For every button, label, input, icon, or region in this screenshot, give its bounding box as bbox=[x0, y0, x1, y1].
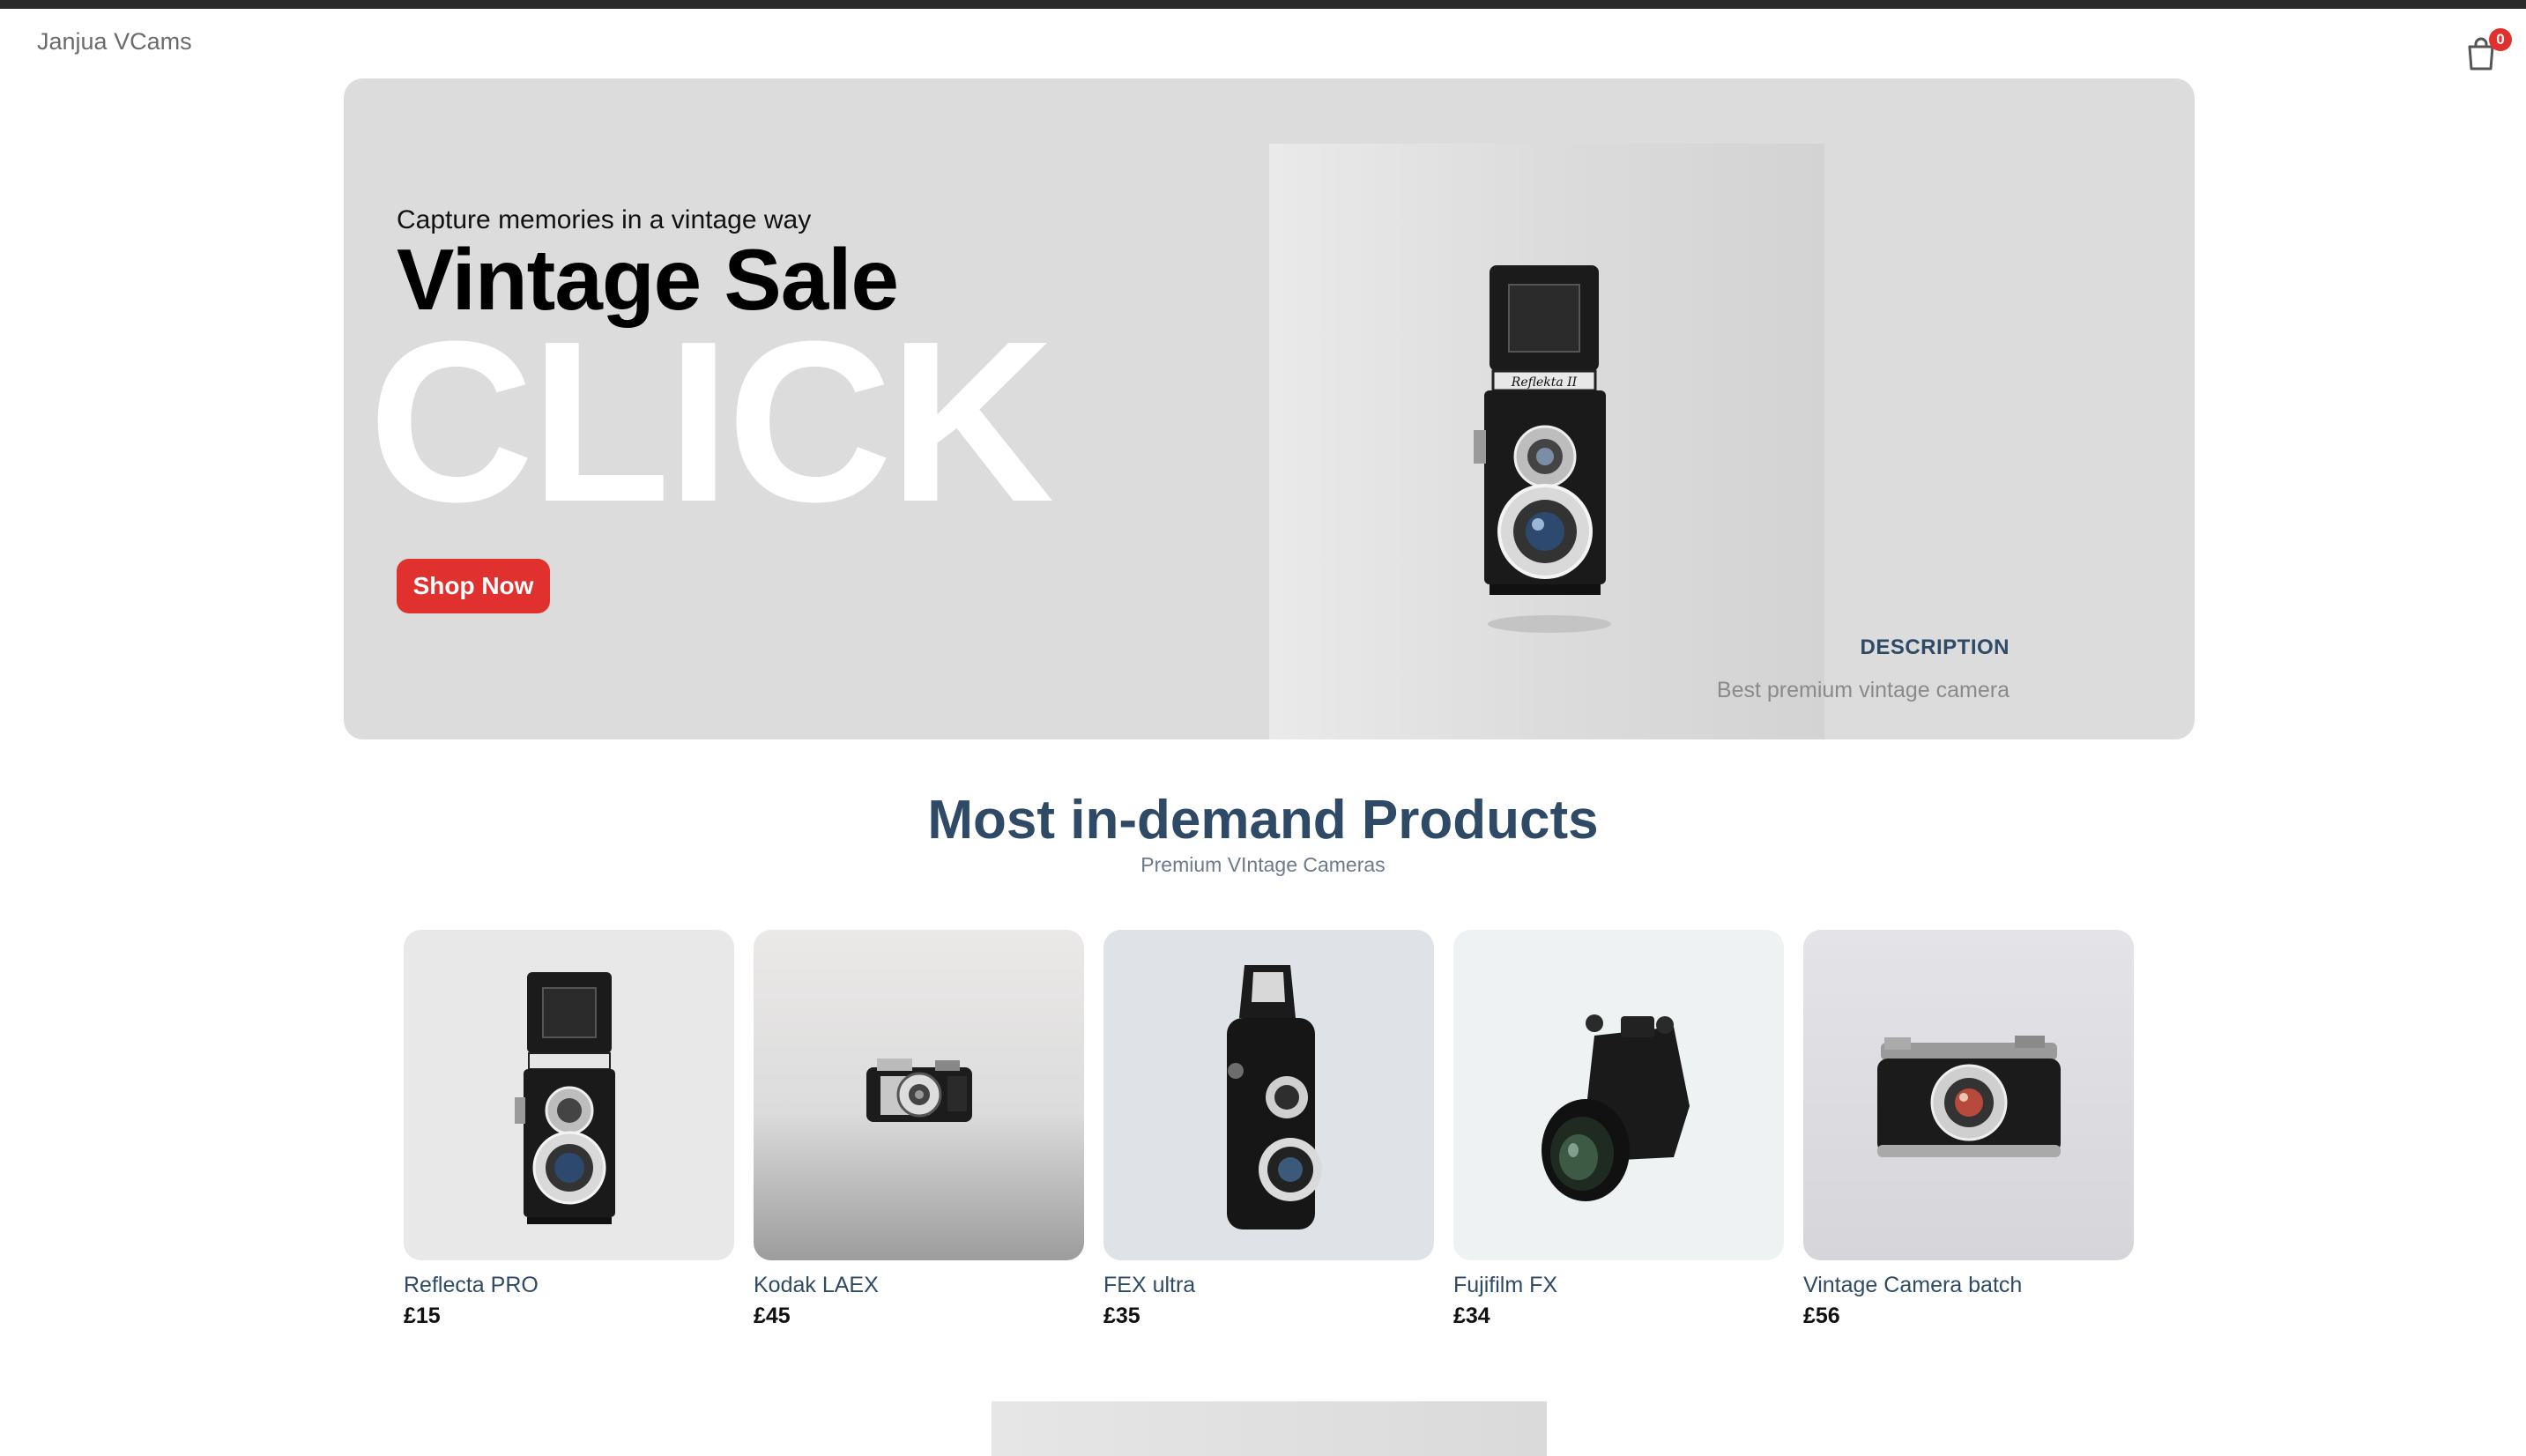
product-name: Vintage Camera batch bbox=[1803, 1273, 2023, 1297]
product-name: Reflecta PRO bbox=[404, 1273, 539, 1297]
product-price: £56 bbox=[1803, 1304, 1840, 1328]
product-image bbox=[1453, 930, 1784, 1260]
product-card[interactable]: Vintage Camera batch £56 bbox=[1803, 930, 2134, 1329]
products-section-title: Most in-demand Products bbox=[927, 790, 1599, 851]
slr-camera-icon bbox=[1542, 1014, 1690, 1201]
product-image bbox=[1803, 930, 2134, 1260]
svg-text:Reflekta II: Reflekta II bbox=[1511, 375, 1578, 390]
description-text: Best premium vintage camera bbox=[1716, 678, 2010, 702]
camera-icon bbox=[866, 1059, 972, 1122]
logo-link[interactable]: Janjua VCams bbox=[37, 28, 192, 56]
tlr-camera-icon bbox=[515, 972, 615, 1224]
cart-button[interactable]: 0 bbox=[2466, 28, 2512, 72]
product-price: £15 bbox=[404, 1304, 441, 1328]
product-card[interactable]: Reflecta PRO £15 bbox=[404, 930, 734, 1329]
hero-big-text: CLICK bbox=[368, 294, 1054, 550]
product-image bbox=[404, 930, 734, 1260]
product-image bbox=[1103, 930, 1434, 1260]
hero-camera-image: Reflekta II bbox=[1269, 144, 1824, 739]
product-card[interactable]: Fujifilm FX £34 bbox=[1453, 930, 1784, 1329]
next-section-image bbox=[992, 1401, 1547, 1456]
tlr-camera-icon: Reflekta II bbox=[1474, 265, 1611, 633]
product-image bbox=[754, 930, 1084, 1260]
product-name: Kodak LAEX bbox=[754, 1273, 879, 1297]
product-grid: Reflecta PRO £15 Kodak LAEX £45 FEX ultr… bbox=[404, 930, 2134, 1329]
hero-banner: Capture memories in a vintage way Vintag… bbox=[344, 78, 2195, 739]
product-card[interactable]: FEX ultra £35 bbox=[1103, 930, 1434, 1329]
rangefinder-camera-icon bbox=[1877, 1036, 2061, 1157]
product-price: £34 bbox=[1453, 1304, 1490, 1328]
navbar: Janjua VCams 0 bbox=[0, 9, 2526, 79]
product-price: £45 bbox=[754, 1304, 791, 1328]
product-name: FEX ultra bbox=[1103, 1273, 1196, 1297]
shop-now-button[interactable]: Shop Now bbox=[397, 559, 550, 613]
top-border bbox=[0, 0, 2526, 9]
product-name: Fujifilm FX bbox=[1453, 1273, 1558, 1297]
cart-count-badge: 0 bbox=[2489, 28, 2512, 51]
product-card[interactable]: Kodak LAEX £45 bbox=[754, 930, 1084, 1329]
products-section-subtitle: Premium VIntage Cameras bbox=[1140, 853, 1386, 876]
tlr-camera-icon bbox=[1227, 965, 1322, 1229]
description-title: DESCRIPTION bbox=[1860, 635, 2010, 659]
product-price: £35 bbox=[1103, 1304, 1140, 1328]
